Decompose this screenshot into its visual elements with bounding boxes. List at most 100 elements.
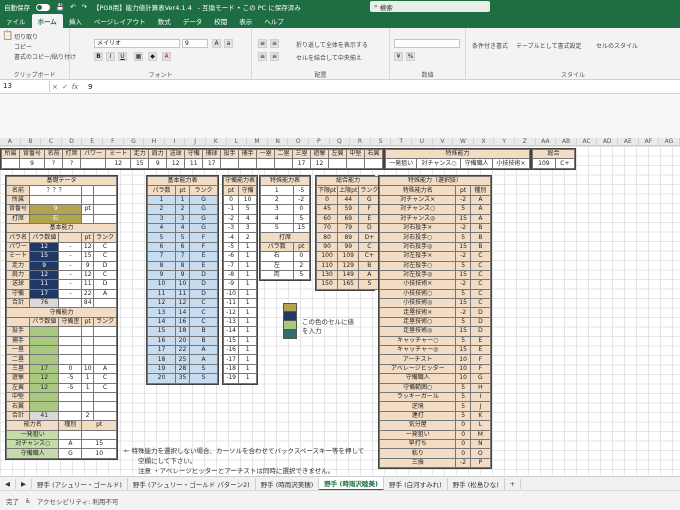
fielding-cell[interactable] bbox=[58, 354, 83, 365]
special-select-cell[interactable]: D bbox=[469, 316, 492, 328]
sheet-tab-3[interactable]: 野手 (時雨沢美穂) bbox=[256, 477, 320, 490]
column-header[interactable]: B bbox=[21, 138, 42, 146]
table-header[interactable]: 特殊能力名 bbox=[378, 185, 457, 196]
basic-table-cell[interactable]: G bbox=[189, 213, 218, 224]
basic-label[interactable]: 背番号 bbox=[6, 204, 30, 215]
basic-table-cell[interactable]: 11 bbox=[147, 288, 176, 300]
summary-total-value[interactable]: 109 bbox=[532, 158, 556, 169]
special-select-cell[interactable]: C bbox=[469, 279, 492, 290]
special-select-cell[interactable]: 守備職人 bbox=[378, 373, 457, 384]
fielding-cell[interactable] bbox=[81, 345, 94, 356]
basic-table-cell[interactable]: 6 bbox=[147, 241, 176, 253]
conditional-format-button[interactable]: 条件付き書式 bbox=[472, 41, 508, 50]
summary-header[interactable]: 捕球 bbox=[202, 148, 222, 160]
summary-header[interactable]: 肩力 bbox=[148, 148, 168, 160]
fielding-cell[interactable] bbox=[28, 401, 60, 412]
special-name[interactable]: 一発狙い bbox=[5, 429, 60, 440]
name-box[interactable]: 13 bbox=[0, 81, 50, 92]
total-table-cell[interactable]: 150 bbox=[315, 279, 339, 290]
basic-table-cell[interactable]: 10 bbox=[147, 279, 176, 290]
special-select-cell[interactable]: 逆境 bbox=[378, 401, 457, 412]
summary-value[interactable]: 9 bbox=[18, 158, 46, 169]
special-type[interactable]: A bbox=[58, 438, 83, 450]
fielding-cell[interactable] bbox=[93, 335, 117, 347]
sheet-tab-1[interactable]: 野手 (アシュリー・ゴールド) bbox=[32, 477, 128, 490]
table-header[interactable]: パラ数 bbox=[147, 185, 176, 196]
fielding-cell[interactable]: 1 bbox=[81, 373, 94, 384]
total-table-cell[interactable]: D+ bbox=[358, 232, 381, 243]
add-sheet-icon[interactable]: + bbox=[505, 478, 522, 489]
fielding-table-cell[interactable]: 1 bbox=[238, 316, 258, 328]
ability-header[interactable]: ランク bbox=[93, 232, 117, 243]
total-table-cell[interactable]: G bbox=[358, 194, 381, 206]
summary-value[interactable]: 15 bbox=[130, 158, 150, 169]
basic-table-cell[interactable]: 9 bbox=[147, 269, 176, 281]
special-select-cell[interactable]: B bbox=[469, 222, 492, 234]
special-select-cell[interactable]: G bbox=[469, 373, 492, 384]
special-table-cell[interactable]: 2 bbox=[260, 194, 294, 206]
table-header[interactable]: 種別 bbox=[469, 185, 492, 196]
fielding-cell[interactable]: 2 bbox=[81, 410, 94, 422]
ability-cell[interactable]: 15 bbox=[81, 251, 94, 262]
ability-cell[interactable]: 22 bbox=[81, 288, 94, 300]
ability-cell[interactable]: 守備 bbox=[6, 288, 30, 300]
special-select-cell[interactable]: E bbox=[469, 345, 492, 356]
ability-cell[interactable]: 12 bbox=[81, 241, 94, 253]
table-header[interactable]: 下限pt bbox=[315, 185, 339, 196]
total-table-cell[interactable]: 79 bbox=[337, 222, 360, 234]
basic-table-cell[interactable]: 2 bbox=[147, 204, 176, 215]
fielding-table-cell[interactable]: -9 bbox=[222, 279, 240, 290]
fielding-table-cell[interactable]: -14 bbox=[222, 326, 240, 337]
fielding-table-cell[interactable]: 3 bbox=[238, 222, 258, 234]
column-header[interactable]: T bbox=[391, 138, 412, 146]
fielding-table-cell[interactable]: 1 bbox=[238, 269, 258, 281]
fielding-table-cell[interactable]: -15 bbox=[222, 335, 240, 347]
fielding-cell[interactable] bbox=[93, 401, 117, 412]
format-painter-button[interactable]: 書式のコピー/貼り付け bbox=[14, 52, 76, 61]
basic-table-cell[interactable]: 10 bbox=[174, 279, 191, 290]
ability-cell[interactable]: C bbox=[93, 241, 117, 253]
special-select-cell[interactable]: C bbox=[469, 251, 492, 262]
special-select-cell[interactable]: 対チャンス◎ bbox=[378, 213, 457, 224]
fielding-cell[interactable]: 12 bbox=[28, 382, 60, 394]
fielding-cell[interactable]: 1 bbox=[81, 382, 94, 394]
special-select-cell[interactable]: M bbox=[469, 429, 492, 440]
summary-header[interactable]: 中堅 bbox=[345, 148, 365, 160]
special-select-cell[interactable]: F bbox=[469, 354, 492, 365]
summary-header[interactable]: 走力 bbox=[130, 148, 150, 160]
basic-table-cell[interactable]: 19 bbox=[147, 363, 176, 375]
summary-value[interactable] bbox=[345, 158, 365, 169]
table-header[interactable]: pt bbox=[292, 241, 310, 253]
total-table-cell[interactable]: 60 bbox=[315, 213, 339, 224]
ability-cell[interactable]: 肩力 bbox=[6, 269, 30, 281]
column-header[interactable]: S bbox=[371, 138, 392, 146]
total-table-cell[interactable]: 89 bbox=[337, 232, 360, 243]
basic-table-cell[interactable]: 8 bbox=[147, 260, 176, 271]
special-select-cell[interactable]: 15 bbox=[455, 345, 471, 356]
fielding-cell[interactable] bbox=[93, 410, 117, 422]
special-pt[interactable]: 10 bbox=[81, 448, 117, 459]
fielding-table-cell[interactable]: -3 bbox=[222, 222, 240, 234]
fielding-cell[interactable]: 捕手 bbox=[6, 335, 30, 347]
fielding-table-cell[interactable]: 0 bbox=[222, 194, 240, 206]
ability-cell[interactable]: A bbox=[93, 288, 117, 300]
summary-value[interactable] bbox=[363, 158, 384, 169]
basic-table-cell[interactable]: G bbox=[189, 194, 218, 206]
special-select-cell[interactable]: D bbox=[469, 326, 492, 337]
basic-table-cell[interactable]: E bbox=[189, 260, 218, 271]
column-header[interactable]: AB bbox=[556, 138, 577, 146]
summary-value[interactable]: 12 bbox=[310, 158, 329, 169]
basic-table-cell[interactable]: 5 bbox=[174, 232, 191, 243]
summary-value[interactable]: 12 bbox=[166, 158, 186, 169]
basic-value[interactable] bbox=[28, 194, 83, 206]
basic-value[interactable]: 右 bbox=[28, 213, 83, 224]
special-name[interactable]: 守備職人 bbox=[5, 448, 60, 459]
basic-table-cell[interactable]: A bbox=[189, 354, 218, 365]
total-table-cell[interactable]: 80 bbox=[315, 232, 339, 243]
fielding-cell[interactable] bbox=[28, 354, 60, 365]
special-select-cell[interactable]: 10 bbox=[455, 354, 471, 365]
fielding-cell[interactable]: C bbox=[93, 382, 117, 394]
special-select-cell[interactable]: 一発狙い bbox=[378, 429, 457, 440]
fielding-table-cell[interactable]: -5 bbox=[222, 241, 240, 253]
ability-header[interactable]: pt bbox=[81, 232, 94, 243]
